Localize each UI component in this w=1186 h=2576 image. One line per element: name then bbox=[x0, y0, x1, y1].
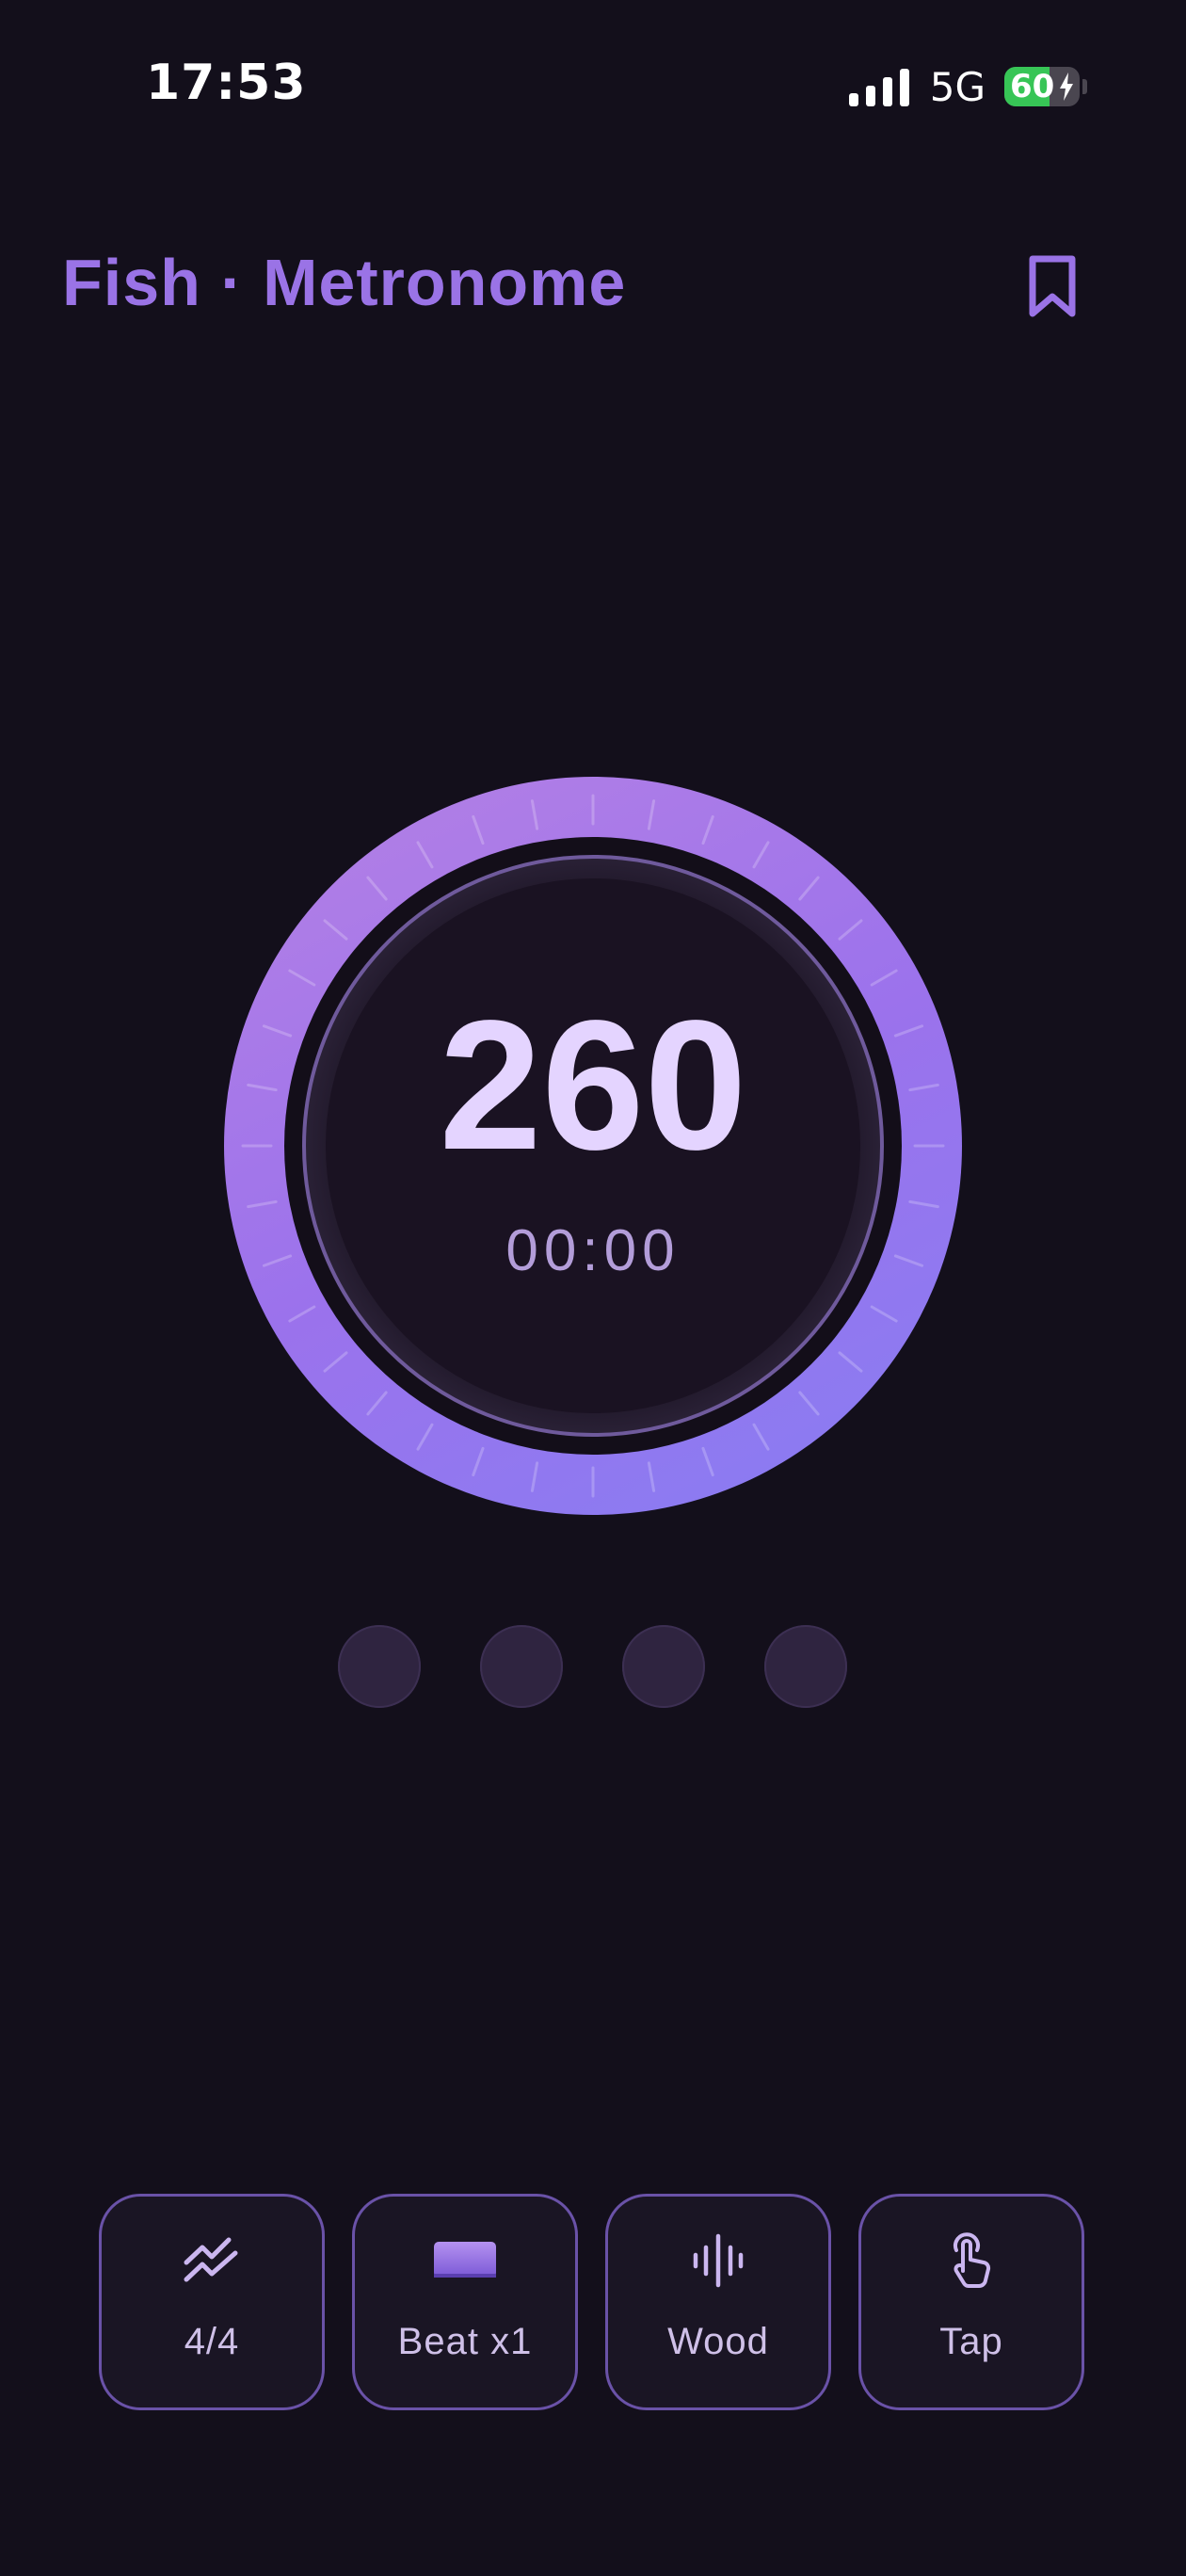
tap-tempo-button[interactable]: Tap bbox=[858, 2194, 1084, 2410]
accent-beat-label: Beat x1 bbox=[397, 2321, 533, 2362]
time-signature-button[interactable]: 4/4 bbox=[99, 2194, 325, 2410]
beat-dot bbox=[480, 1625, 563, 1708]
beat-dot bbox=[622, 1625, 705, 1708]
charging-bolt-icon bbox=[1060, 72, 1073, 101]
beat-dot bbox=[338, 1625, 421, 1708]
signal-icon bbox=[848, 67, 909, 106]
app-title: Fish · Metronome bbox=[62, 246, 627, 319]
sound-label: Wood bbox=[667, 2321, 769, 2362]
tap-hand-icon bbox=[948, 2230, 995, 2291]
bookmark-icon bbox=[1029, 255, 1076, 317]
sound-button[interactable]: Wood bbox=[605, 2194, 831, 2410]
battery-icon: 60 bbox=[1004, 67, 1080, 106]
accent-pad-icon bbox=[432, 2230, 498, 2291]
accent-beat-button[interactable]: Beat x1 bbox=[352, 2194, 578, 2410]
bpm-value: 260 bbox=[439, 982, 747, 1188]
battery-cap bbox=[1082, 79, 1087, 94]
time-signature-label: 4/4 bbox=[184, 2321, 240, 2362]
tap-label: Tap bbox=[939, 2321, 1003, 2362]
battery-level: 60 bbox=[1010, 68, 1055, 105]
sound-wave-icon bbox=[692, 2230, 745, 2291]
status-time: 17:53 bbox=[146, 55, 307, 111]
status-indicators: 5G 60 bbox=[848, 63, 1087, 110]
network-type: 5G bbox=[929, 63, 986, 110]
beat-dot bbox=[764, 1625, 847, 1708]
elapsed-timer: 00:00 bbox=[505, 1218, 681, 1283]
time-signature-icon bbox=[184, 2230, 240, 2291]
bookmark-button[interactable] bbox=[1026, 254, 1079, 320]
